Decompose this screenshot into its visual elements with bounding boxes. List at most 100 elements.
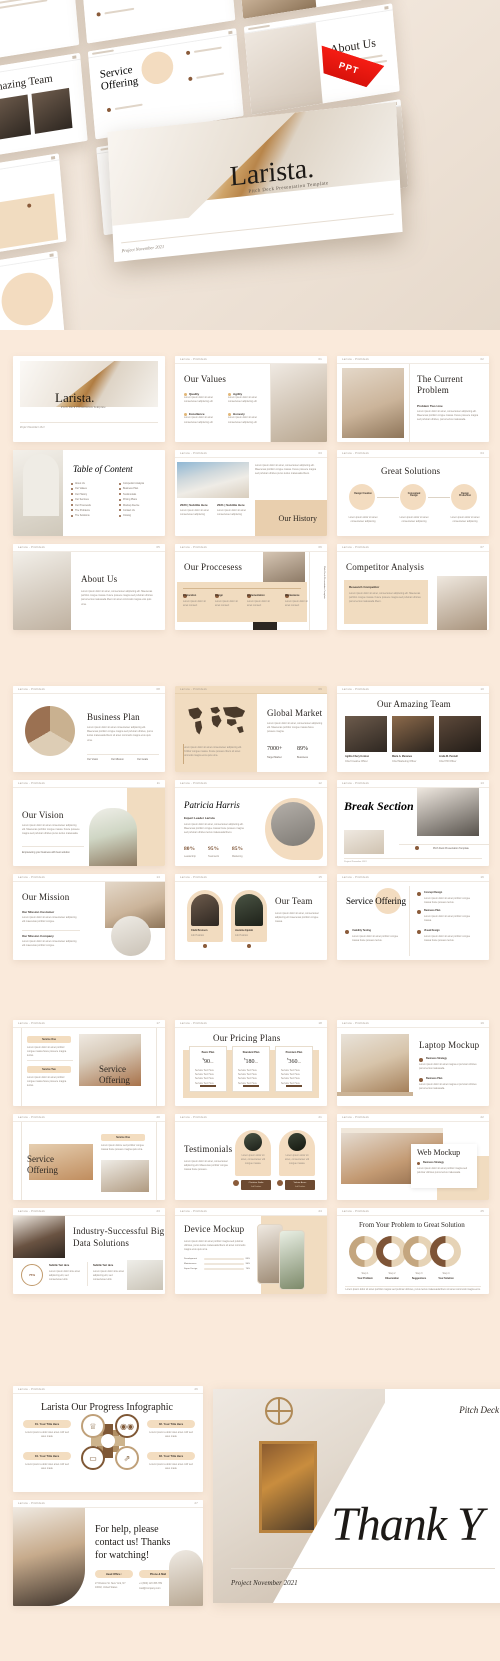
toc-item: Our Values [75,487,87,491]
plan-feature: Service Text Here [195,1077,214,1081]
step-label: Your Solution [438,1277,454,1280]
bar-label: Maintenance [184,1263,197,1265]
slide-cover-subtitle: Pitch Deck Presentation Template [61,406,106,409]
service-item: Concept Design [424,891,443,894]
slide-brand: Larista - Pitchdeck [180,782,208,785]
slide-brand: Larista - Pitchdeck [180,1022,208,1025]
slide-patricia-title: Patricia Harris [184,800,240,810]
toc-item: Our History [75,492,88,496]
thank-you-footer: Project November 2021 [231,1579,298,1587]
market-stat-value: 89% [297,746,308,752]
stat-label: Marketing [232,855,243,858]
solution-step: Design Creation [354,493,372,495]
slide-web-mockup: Larista - Pitchdeck 22 Web Mockup Busines… [337,1114,489,1200]
team-member-name: Maria A. Menanes [392,755,413,758]
toc-item: Our Proccesds [75,503,91,507]
slide-amazing-team: Larista - Pitchdeck 10 Our Amazing Team A… [337,686,489,772]
binoculars-icon: ◉◉ [115,1414,139,1438]
plan-period: /mo [254,1062,258,1064]
slide-global-market: Larista - Pitchdeck 09 Lorem ipsum dolor… [175,686,327,772]
plan-legend: Our Mission [111,758,124,761]
slide-brand: Larista - Pitchdeck [180,452,208,455]
step-label: Observation [385,1277,399,1280]
step-number: Step 1 [361,1272,369,1275]
slide-device-mockup: Larista - Pitchdeck 24 Device Mockup Lore… [175,1208,327,1294]
growth-icon: ⇗ [115,1446,139,1470]
slide-brand: Larista - Pitchdeck [342,688,370,691]
toc-item: The Solutions [75,514,90,518]
history-col1-label: 2020 | Subtitle Here [180,503,208,507]
slide-business-plan-title: Business Plan [87,712,140,722]
toc-item: Our Services [75,498,89,502]
service-item: Business Plan [424,909,441,912]
slide-brand: Larista - Pitchdeck [18,1502,46,1505]
slide-pricing-title: Our Pricing Plans [213,1033,281,1043]
slide-brand: Larista - Pitchdeck [18,876,46,879]
slide-brand: Larista - Pitchdeck [18,1388,46,1391]
break-subtitle: Pitch Deck Presentation Template [433,847,469,850]
slide-brand: Larista - Pitchdeck [342,452,370,455]
step-label: Suggestions [411,1277,427,1280]
step-label: Your Problem [357,1277,373,1280]
slide-toc-title: Table of Content [73,464,133,474]
team-member-name: Linda M. Pennell [439,755,458,758]
plan-name: Standard Plan [242,1051,260,1054]
web-item: Business Strategy [423,1161,444,1164]
slide-thank-you: Pitch Deck Thank Y Project November 2021 [213,1389,500,1603]
slide-great-solutions: Larista - Pitchdeck 04 Great Solutions De… [337,450,489,536]
laptop-item: Business Strategy [426,1057,447,1060]
slide-our-mission-title: Our Mission [22,892,70,902]
slide-brand: Larista - Pitchdeck [342,1022,370,1025]
slide-brand: Larista - Pitchdeck [18,688,46,691]
slide-competitor-analysis: Larista - Pitchdeck 07 Competitor Analysi… [337,544,489,630]
slide-brand: Larista - Pitchdeck [342,782,370,785]
info-card-text: Lorem ipsum ia dolor sitec amet colfr se… [25,1431,69,1439]
big-data-percent: 75% [28,1273,35,1277]
plan-period: /mo [210,1062,214,1064]
stat-label: Teamwork [208,855,219,858]
market-stat-label: Target Market [267,756,282,759]
service-item: Visual Design [424,929,440,932]
big-data-col2: Subtitle Text Here [93,1264,114,1267]
slide-cover-title: Larista. [55,390,95,405]
slide-global-market-title: Global Market [267,708,323,718]
contact-address: 27 Division St. New York, NY 10002, Unit… [95,1582,126,1590]
process-step: Maintenance [285,594,300,597]
slide-cover: Larista. Pitch Deck Presentation Templat… [13,356,165,442]
laptop-item: Business Plan [426,1077,443,1080]
slide-brand: Larista - Pitchdeck [180,1116,208,1119]
slide-service-offering-3: Larista - Pitchdeck 20 Service Offering S… [13,1114,165,1200]
slide-band-3: Larista - Pitchdeck 17 Service One Lorem … [0,1020,500,1294]
slide-infographic: Larista - Pitchdeck 26 Larista Our Progre… [13,1386,203,1492]
plan-period: /mo [297,1062,301,1064]
solution-step: Conceptual Design [407,493,421,497]
slide-device-mockup-title: Device Mockup [184,1224,245,1234]
slide-current-problem: Larista - Pitchdeck 02 The Current Proble… [337,356,489,442]
info-card-text: Lorem ipsum ia dolor sitec amet colfr se… [25,1463,69,1471]
toc-item: The Problems [75,508,90,512]
info-card-text: Lorem ipsum ia dolor sitec amet colfr se… [149,1463,193,1471]
market-stat-value: 7000+ [267,746,283,752]
info-card-title: 03. Your Title Here [158,1454,184,1458]
slide-band-2: Larista - Pitchdeck 08 Business Plan Lore… [0,686,500,960]
toc-item: Mockup Device [123,503,140,507]
plan-legend: Our Goals [137,758,148,761]
competitor-card-label: Research Competitor [349,585,380,589]
slide-table-of-content: Table of Content About Us Our Values Our… [13,450,165,536]
hero-slide: Proccesess [0,153,67,265]
patricia-subtitle: Expert Leader Larista [184,816,215,820]
slide-brand: Larista - Pitchdeck [180,1210,208,1213]
slide-brand: Larista - Pitchdeck [342,1116,370,1119]
stat-value: 80% [184,846,195,852]
bar-value: 90% [245,1263,250,1265]
slide-problem-to-solution: Larista - Pitchdeck 25 From Your Problem … [337,1208,489,1294]
bar-value: 70% [245,1268,250,1270]
slide-our-processes: Larista - Pitchdeck 06 Our Proccesess Pit… [175,544,327,630]
hero-slide: Our Amazing Team [0,52,88,165]
plan-feature: Service Text Here [281,1077,300,1081]
big-data-col1: Subtitle Text Here [49,1264,70,1267]
problem-subtitle: Problem Two Line [417,404,443,408]
team-member-role: Chief HR Officer [439,760,457,763]
slide-our-processes-title: Our Proccesess [184,562,243,572]
hero-slide: About Us [243,3,400,115]
